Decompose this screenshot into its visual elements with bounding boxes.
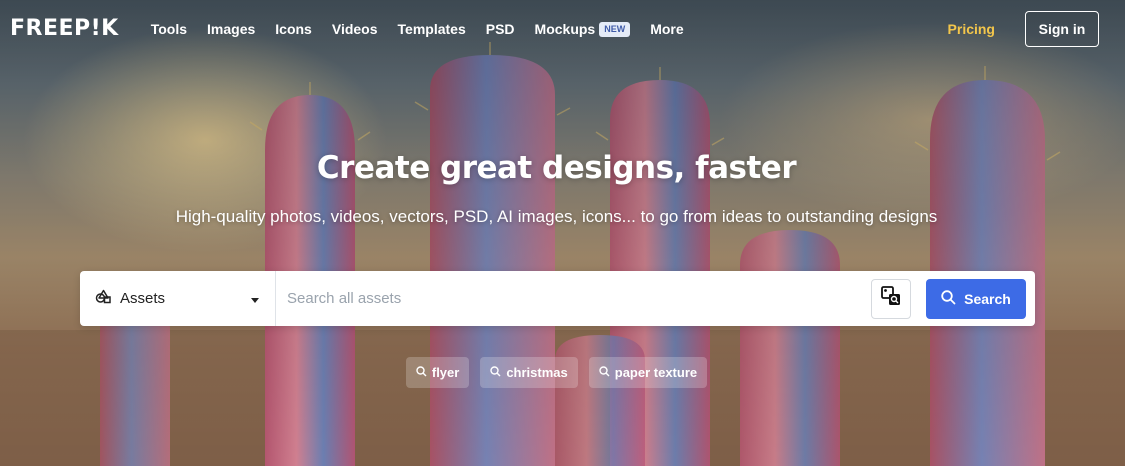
nav-link-mockups-label: Mockups	[534, 21, 596, 37]
search-icon	[599, 365, 610, 380]
image-search-button[interactable]	[871, 278, 911, 319]
search-button-label: Search	[964, 290, 1011, 307]
suggestion-chip-flyer[interactable]: flyer	[405, 357, 470, 388]
shapes-icon	[95, 289, 112, 309]
suggestion-label: christmas	[506, 365, 568, 380]
search-button[interactable]: Search	[926, 278, 1026, 319]
hero-subtitle: High-quality photos, videos, vectors, PS…	[175, 207, 938, 226]
asset-type-label: Assets	[120, 290, 166, 307]
new-badge: NEW	[599, 22, 631, 37]
nav-link-more[interactable]: More	[640, 0, 693, 58]
search-icon	[416, 365, 427, 380]
nav-link-templates[interactable]: Templates	[388, 0, 476, 58]
caret-down-icon	[251, 290, 259, 308]
nav-link-videos[interactable]: Videos	[322, 0, 388, 58]
suggestion-chips: flyer christmas paper texture	[0, 357, 1113, 388]
search-bar: Assets Search	[80, 271, 1035, 326]
freepik-logo[interactable]: FREEP!K	[10, 18, 119, 40]
search-icon	[941, 289, 956, 308]
suggestion-label: paper texture	[614, 365, 698, 380]
search-input[interactable]	[276, 271, 871, 326]
nav-link-tools[interactable]: Tools	[141, 0, 197, 58]
image-search-icon	[880, 285, 902, 312]
nav-actions: Pricing Sign in	[948, 11, 1115, 47]
sign-in-button[interactable]: Sign in	[1025, 11, 1099, 47]
suggestion-chip-paper-texture[interactable]: paper texture	[588, 357, 708, 388]
nav-link-icons[interactable]: Icons	[265, 0, 322, 58]
hero-background	[0, 0, 1125, 466]
asset-type-dropdown[interactable]: Assets	[80, 271, 276, 326]
search-icon	[490, 365, 501, 380]
hero-overlay	[0, 0, 1125, 466]
nav-links: Tools Images Icons Videos Templates PSD …	[141, 0, 694, 58]
suggestion-label: flyer	[431, 365, 460, 380]
pricing-link[interactable]: Pricing	[948, 21, 995, 37]
nav-link-psd[interactable]: PSD	[476, 0, 525, 58]
nav-link-mockups[interactable]: Mockups NEW	[525, 0, 641, 58]
hero-title: Create great designs, faster	[316, 150, 797, 186]
nav-link-images[interactable]: Images	[197, 0, 265, 58]
suggestion-chip-christmas[interactable]: christmas	[480, 357, 578, 388]
top-nav: FREEP!K Tools Images Icons Videos Templa…	[0, 0, 1125, 58]
